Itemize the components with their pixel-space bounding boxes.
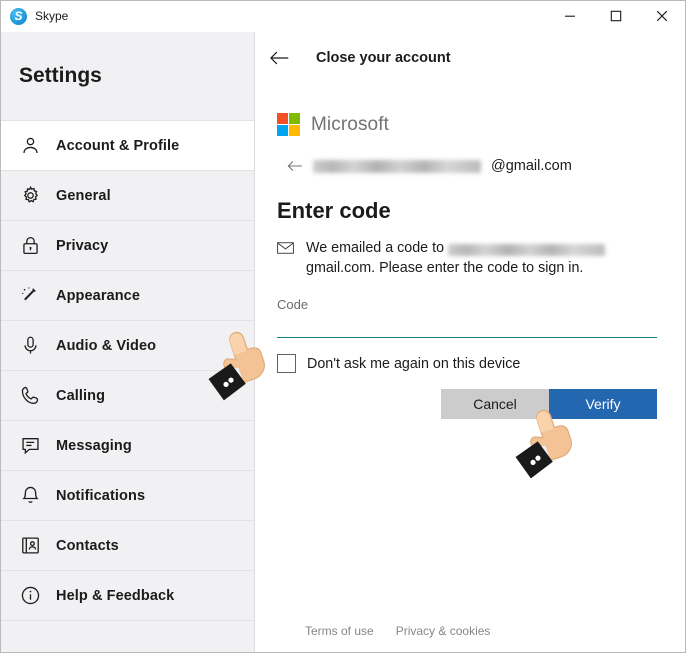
code-input[interactable] (277, 318, 657, 338)
sidebar-heading: Settings (1, 32, 254, 121)
sidebar-item-label: Appearance (56, 287, 141, 304)
dont-ask-again-checkbox[interactable] (277, 354, 296, 373)
small-back-arrow-icon[interactable] (287, 158, 303, 174)
dont-ask-again-row: Don't ask me again on this device (277, 354, 665, 373)
code-field-label: Code (277, 297, 309, 312)
redacted-email-local-part (313, 159, 481, 173)
sidebar-item-label: Messaging (56, 437, 132, 454)
verify-button[interactable]: Verify (549, 389, 657, 419)
terms-of-use-link[interactable]: Terms of use (305, 624, 374, 638)
code-field-block: Code (277, 297, 665, 338)
sidebar-item-contacts[interactable]: Contacts (1, 521, 254, 571)
microsoft-logo-icon (277, 113, 300, 136)
info-circle-icon (19, 585, 41, 607)
maximize-button[interactable] (593, 1, 639, 32)
action-buttons: Cancel Verify (277, 389, 665, 419)
sidebar-item-label: Audio & Video (56, 337, 157, 354)
sidebar-item-privacy[interactable]: Privacy (1, 221, 254, 271)
window-controls (547, 1, 685, 32)
microsoft-auth-panel: Microsoft @gmail.com Enter code We email… (255, 84, 685, 652)
microsoft-wordmark: Microsoft (311, 113, 389, 135)
gear-icon (19, 185, 41, 207)
sidebar-item-label: General (56, 187, 111, 204)
account-row: @gmail.com (277, 156, 665, 176)
person-icon (19, 135, 41, 157)
title-bar: S Skype (1, 1, 685, 32)
sidebar-item-account-profile[interactable]: Account & Profile (1, 121, 254, 171)
footer-links: Terms of use Privacy & cookies (277, 624, 665, 652)
emailed-line-1: We emailed a code to (306, 240, 445, 256)
enter-code-heading: Enter code (277, 198, 391, 223)
account-email-domain: @gmail.com (491, 158, 572, 174)
sidebar-item-audio-video[interactable]: Audio & Video (1, 321, 254, 371)
sidebar-item-label: Calling (56, 387, 106, 404)
cancel-button[interactable]: Cancel (441, 389, 549, 419)
microsoft-brand: Microsoft (277, 112, 665, 137)
emailed-code-message: We emailed a code to gmail.com. Please e… (277, 238, 665, 278)
emailed-line-3: code to sign in. (487, 260, 584, 276)
magic-wand-icon (19, 285, 41, 307)
sidebar-item-label: Privacy (56, 237, 109, 254)
sidebar-item-notifications[interactable]: Notifications (1, 471, 254, 521)
minimize-button[interactable] (547, 1, 593, 32)
bell-icon (19, 485, 41, 507)
phone-icon (19, 385, 41, 407)
sidebar-filler (1, 621, 254, 652)
sidebar-item-appearance[interactable]: Appearance (1, 271, 254, 321)
main-header: Close your account (255, 32, 685, 84)
sidebar-item-label: Notifications (56, 487, 146, 504)
emailed-code-text: We emailed a code to gmail.com. Please e… (306, 238, 657, 278)
lock-icon (19, 235, 41, 257)
redacted-email-inline (448, 244, 606, 257)
settings-sidebar: Settings Account & Profile General Priva… (1, 32, 255, 652)
privacy-cookies-link[interactable]: Privacy & cookies (396, 624, 491, 638)
app-title: Skype (35, 9, 69, 23)
microphone-icon (19, 335, 41, 357)
dont-ask-again-label: Don't ask me again on this device (307, 355, 521, 372)
main-panel: Close your account Microsoft @gmail.com … (255, 32, 685, 652)
title-bar-left: S Skype (1, 7, 69, 25)
sidebar-item-label: Help & Feedback (56, 587, 175, 604)
page-title: Close your account (316, 50, 451, 66)
sidebar-item-general[interactable]: General (1, 171, 254, 221)
sidebar-item-messaging[interactable]: Messaging (1, 421, 254, 471)
skype-icon: S (10, 7, 27, 25)
main-spacer (277, 419, 665, 624)
chat-bubble-icon (19, 435, 41, 457)
back-arrow-icon[interactable] (268, 47, 290, 69)
contact-card-icon (19, 535, 41, 557)
emailed-line-2-suffix: gmail.com. Please enter the (306, 260, 484, 276)
sidebar-item-label: Account & Profile (56, 137, 180, 154)
window-body: Settings Account & Profile General Priva… (1, 32, 685, 652)
skype-settings-window: S Skype Settings Account & Profile Gener… (0, 0, 686, 653)
sidebar-item-help-feedback[interactable]: Help & Feedback (1, 571, 254, 621)
envelope-icon (277, 241, 294, 258)
close-button[interactable] (639, 1, 685, 32)
sidebar-item-label: Contacts (56, 537, 119, 554)
sidebar-item-calling[interactable]: Calling (1, 371, 254, 421)
